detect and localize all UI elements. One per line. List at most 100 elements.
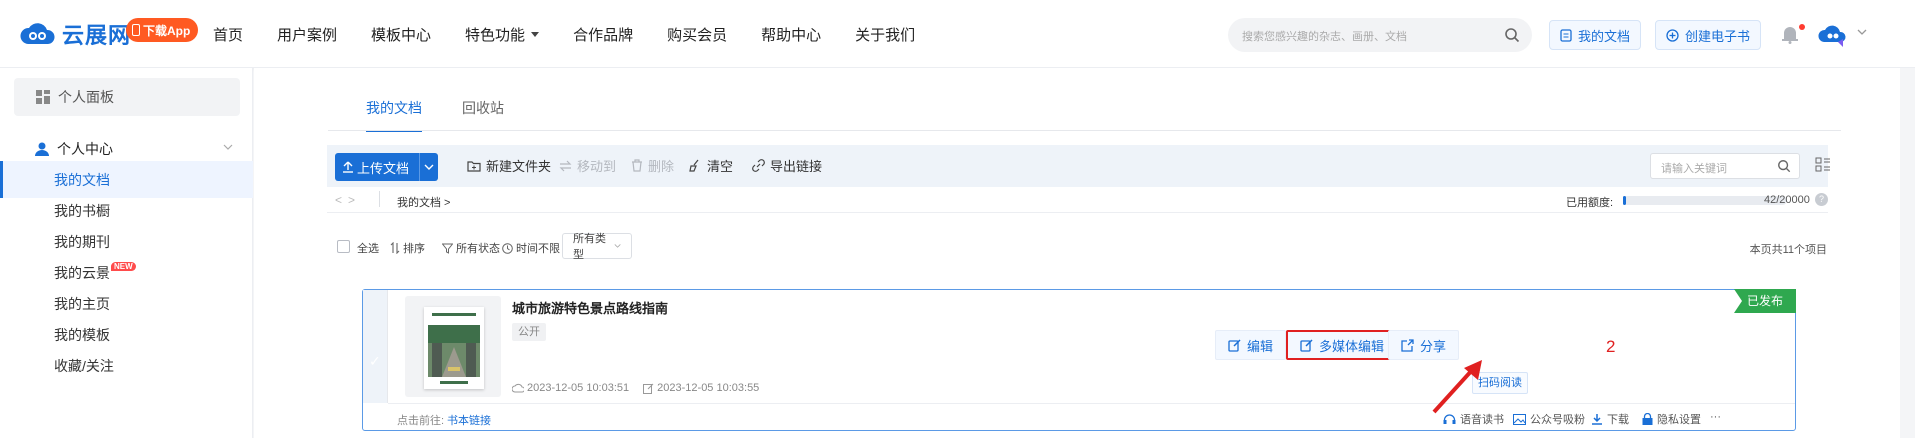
book-cover-thumbnail[interactable] bbox=[424, 307, 484, 389]
document-title[interactable]: 城市旅游特色景点路线指南 bbox=[512, 298, 668, 317]
upload-icon bbox=[343, 161, 353, 173]
bell-icon[interactable] bbox=[1781, 24, 1799, 44]
time-filter[interactable]: 时间不限 bbox=[502, 240, 560, 256]
logo[interactable]: 云展网 bbox=[18, 18, 131, 50]
wechat-fans-button[interactable]: 公众号吸粉 bbox=[1513, 411, 1585, 427]
cloud-logo-icon bbox=[20, 23, 55, 44]
upload-button[interactable]: 上传文档 bbox=[335, 153, 439, 181]
clear-button[interactable]: 清空 bbox=[689, 156, 733, 175]
new-folder-button[interactable]: 新建文件夹 bbox=[467, 156, 551, 175]
nav-membership[interactable]: 购买会员 bbox=[667, 24, 727, 45]
chevron-down-icon bbox=[223, 144, 233, 150]
document-dates: 2023-12-05 10:03:51 2023-12-05 10:03:55 bbox=[512, 382, 759, 394]
logo-text: 云展网 bbox=[62, 23, 132, 48]
privacy-settings-button[interactable]: 隐私设置 bbox=[1642, 411, 1701, 427]
clear-label: 清空 bbox=[707, 159, 734, 174]
nav-templates[interactable]: 模板中心 bbox=[371, 24, 431, 45]
avatar[interactable] bbox=[1818, 20, 1848, 50]
share-label: 分享 bbox=[1420, 338, 1447, 354]
chevron-down-icon bbox=[614, 244, 621, 248]
edit-button[interactable]: 编辑 bbox=[1215, 330, 1287, 360]
personal-panel-button[interactable]: 个人面板 bbox=[14, 78, 240, 116]
link-icon bbox=[752, 159, 765, 172]
broom-icon bbox=[689, 159, 699, 172]
multimedia-edit-button[interactable]: 多媒体编辑 bbox=[1286, 330, 1399, 360]
keyword-placeholder: 请输入关键词 bbox=[1661, 163, 1727, 175]
check-icon: ✓ bbox=[369, 353, 381, 369]
card-checkbox-column[interactable]: ✓ bbox=[363, 290, 388, 403]
upload-main[interactable]: 上传文档 bbox=[335, 153, 421, 181]
status-filter-label: 所有状态 bbox=[456, 243, 500, 255]
export-link-button[interactable]: 导出链接 bbox=[752, 156, 822, 175]
thumbnail-frame bbox=[405, 296, 501, 397]
nav-features-label: 特色功能 bbox=[465, 27, 526, 44]
header-search-input[interactable]: 搜索您感兴趣的杂志、画册、文档 bbox=[1228, 18, 1532, 52]
nav-features[interactable]: 特色功能 bbox=[465, 24, 540, 45]
download-icon bbox=[1592, 414, 1602, 425]
keyword-search-input[interactable]: 请输入关键词 bbox=[1650, 153, 1800, 179]
breadcrumb[interactable]: 我的文档 > bbox=[397, 194, 450, 210]
path-bar: <> 我的文档 > 已用额度: 42/20000 ? bbox=[327, 187, 1828, 213]
tab-bar: 我的文档 回收站 bbox=[366, 98, 504, 132]
export-link-label: 导出链接 bbox=[770, 159, 823, 174]
help-icon[interactable]: ? bbox=[1815, 193, 1828, 206]
my-docs-label: 我的文档 bbox=[1578, 28, 1631, 44]
list-view-icon[interactable] bbox=[1815, 157, 1831, 173]
nav-home[interactable]: 首页 bbox=[213, 24, 243, 45]
top-bar: 云展网 下载App 首页 用户案例 模板中心 特色功能 合作品牌 购买会员 帮助… bbox=[0, 0, 1915, 68]
history-arrows[interactable]: <> bbox=[335, 193, 361, 207]
create-ebook-button[interactable]: 创建电子书 bbox=[1655, 20, 1762, 50]
status-filter[interactable]: 所有状态 bbox=[442, 240, 500, 256]
multimedia-edit-icon bbox=[1300, 338, 1313, 352]
edit-label: 编辑 bbox=[1247, 338, 1274, 354]
upload-cloud-icon bbox=[512, 383, 524, 393]
caret-down-icon bbox=[531, 32, 540, 37]
nav-brands[interactable]: 合作品牌 bbox=[573, 24, 633, 45]
personal-center-label: 个人中心 bbox=[57, 141, 113, 157]
divider bbox=[379, 191, 380, 207]
new-badge: NEW bbox=[111, 262, 136, 271]
quota-label: 已用额度: bbox=[1566, 197, 1614, 209]
filter-icon bbox=[442, 243, 453, 254]
document-card[interactable]: ✓ 城市旅游特色景点路线指南 公开 2023-12-05 10:03:51 20… bbox=[362, 289, 1796, 431]
tab-my-docs[interactable]: 我的文档 bbox=[366, 98, 422, 132]
delete-label: 删除 bbox=[648, 159, 675, 174]
lock-icon bbox=[1642, 413, 1653, 425]
my-docs-button[interactable]: 我的文档 bbox=[1549, 20, 1642, 50]
new-folder-label: 新建文件夹 bbox=[486, 159, 552, 174]
trash-icon bbox=[632, 159, 642, 172]
clock-icon bbox=[502, 242, 513, 254]
download-app-button[interactable]: 下载App bbox=[126, 18, 199, 42]
goto-label: 点击前往: bbox=[397, 415, 445, 427]
tab-recycle-bin[interactable]: 回收站 bbox=[462, 98, 504, 132]
select-all-label[interactable]: 全选 bbox=[357, 240, 379, 256]
sidebar-item-favorites[interactable]: 收藏/关注 bbox=[0, 347, 253, 384]
phone-icon bbox=[132, 24, 140, 36]
nav-cases[interactable]: 用户案例 bbox=[277, 24, 337, 45]
book-link[interactable]: 书本链接 bbox=[447, 412, 491, 428]
download-button[interactable]: 下载 bbox=[1591, 411, 1629, 427]
sort-icon bbox=[390, 242, 400, 254]
more-button[interactable]: ··· bbox=[1710, 411, 1721, 423]
filter-bar: 全选 排序 所有状态 时间不限 所有类型 本页共11个项目 bbox=[327, 231, 1828, 261]
nav-help[interactable]: 帮助中心 bbox=[761, 24, 821, 45]
search-icon[interactable] bbox=[1504, 27, 1520, 43]
type-select[interactable]: 所有类型 bbox=[562, 233, 632, 261]
move-to-button[interactable]: 移动到 bbox=[559, 156, 616, 175]
upload-label: 上传文档 bbox=[357, 160, 410, 176]
nav-about[interactable]: 关于我们 bbox=[855, 24, 915, 45]
time-filter-label: 时间不限 bbox=[516, 243, 560, 255]
chevron-down-icon[interactable] bbox=[1857, 28, 1867, 36]
upload-dropdown[interactable] bbox=[420, 153, 438, 181]
delete-button[interactable]: 删除 bbox=[631, 156, 674, 175]
page-edge bbox=[1900, 68, 1915, 438]
sort-button[interactable]: 排序 bbox=[390, 240, 425, 256]
image-icon bbox=[1513, 413, 1526, 425]
item-count: 本页共11个项目 bbox=[1749, 244, 1827, 256]
quota-value: 42/20000 bbox=[1764, 194, 1810, 206]
plus-circle-icon bbox=[1666, 28, 1679, 42]
tabs-divider bbox=[328, 130, 1841, 131]
select-all-checkbox[interactable] bbox=[337, 240, 350, 253]
share-icon bbox=[1401, 338, 1414, 352]
search-icon[interactable] bbox=[1777, 159, 1791, 173]
